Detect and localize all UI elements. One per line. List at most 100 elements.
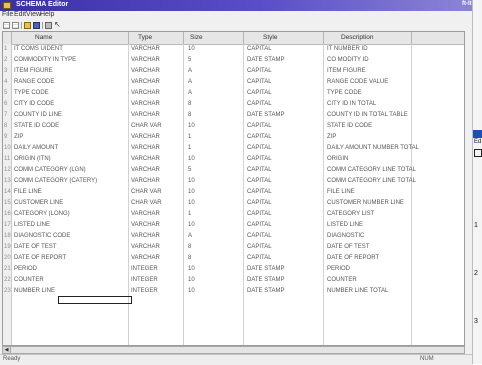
cell-type[interactable]: INTEGER	[131, 266, 158, 272]
cell-size[interactable]: 10	[188, 123, 195, 129]
column-header-description[interactable]: Description	[341, 34, 374, 41]
cell-type[interactable]: VARCHAR	[131, 255, 160, 261]
cell-name[interactable]: COUNTER	[14, 277, 44, 283]
cell-style[interactable]: CAPITAL	[247, 255, 272, 261]
table-row[interactable]: 11 ORIGIN (ITN) VARCHAR 10 CAPITAL ORIGIN	[3, 155, 464, 164]
cell-style[interactable]: CAPITAL	[247, 145, 272, 151]
column-header-style[interactable]: Style	[263, 34, 277, 41]
cell-name[interactable]: NUMBER LINE	[14, 288, 55, 294]
table-row[interactable]: 21 PERIOD INTEGER 10 DATE STAMP PERIOD	[3, 265, 464, 274]
cell-size[interactable]: 10	[188, 189, 195, 195]
horizontal-scrollbar[interactable]: ◀	[2, 346, 465, 354]
table-row[interactable]: 23 NUMBER LINE INTEGER 10 DATE STAMP NUMBER L…	[3, 287, 464, 296]
cell-description[interactable]: DIAGNOSTIC	[327, 233, 364, 239]
table-view-icon[interactable]	[12, 22, 19, 29]
cell-description[interactable]: TYPE CODE	[327, 90, 362, 96]
cell-style[interactable]: DATE STAMP	[247, 112, 284, 118]
cell-size[interactable]: 8	[188, 244, 191, 250]
cell-size[interactable]: 5	[188, 57, 191, 63]
cell-type[interactable]: VARCHAR	[131, 244, 160, 250]
title-bar[interactable]: SCHEMA Editor	[0, 0, 482, 11]
cell-style[interactable]: CAPITAL	[247, 156, 272, 162]
cell-name[interactable]: RANGE CODE	[14, 79, 54, 85]
cell-name[interactable]: DATE OF TEST	[14, 244, 56, 250]
cell-name[interactable]: ITEM FIGURE	[14, 68, 53, 74]
cell-style[interactable]: CAPITAL	[247, 233, 272, 239]
cell-style[interactable]: CAPITAL	[247, 134, 272, 140]
cell-style[interactable]: DATE STAMP	[247, 57, 284, 63]
cell-type[interactable]: VARCHAR	[131, 79, 160, 85]
cell-style[interactable]: CAPITAL	[247, 167, 272, 173]
cell-type[interactable]: VARCHAR	[131, 211, 160, 217]
cell-description[interactable]: COUNTER	[327, 277, 357, 283]
table-row[interactable]: 2 COMMODITY IN TYPE VARCHAR 5 DATE STAMP CO M…	[3, 56, 464, 65]
cell-size[interactable]: 8	[188, 255, 191, 261]
cell-type[interactable]: CHAR VAR	[131, 200, 162, 206]
table-row[interactable]: 8 STATE ID CODE CHAR VAR 10 CAPITAL STATE ID …	[3, 122, 464, 131]
cell-name[interactable]: FILE LINE	[14, 189, 42, 195]
cell-size[interactable]: 10	[188, 178, 195, 184]
menu-help[interactable]: Help	[40, 11, 54, 18]
table-row[interactable]: 12 COMM CATEGORY (LGN) VARCHAR 5 CAPITAL COMM…	[3, 166, 464, 175]
current-cell-editor[interactable]	[58, 296, 132, 304]
cell-style[interactable]: CAPITAL	[247, 79, 272, 85]
cell-description[interactable]: PERIOD	[327, 266, 350, 272]
table-row[interactable]: 3 ITEM FIGURE VARCHAR A CAPITAL ITEM FIGURE	[3, 67, 464, 76]
cell-name[interactable]: TYPE CODE	[14, 90, 49, 96]
cell-name[interactable]: CUSTOMER LINE	[14, 200, 63, 206]
cell-style[interactable]: CAPITAL	[247, 211, 272, 217]
window-controls-label[interactable]: ft-lt	[462, 1, 480, 7]
cell-type[interactable]: CHAR VAR	[131, 189, 162, 195]
cell-size[interactable]: 10	[188, 277, 195, 283]
cell-style[interactable]: CAPITAL	[247, 189, 272, 195]
cell-description[interactable]: DATE OF TEST	[327, 244, 369, 250]
cell-name[interactable]: STATE ID CODE	[14, 123, 59, 129]
cell-type[interactable]: VARCHAR	[131, 167, 160, 173]
cell-size[interactable]: 10	[188, 156, 195, 162]
cell-name[interactable]: CATEGORY (LONG)	[14, 211, 70, 217]
cell-size[interactable]: A	[188, 90, 192, 96]
cell-type[interactable]: VARCHAR	[131, 156, 160, 162]
table-row[interactable]: 18 DIAGNOSTIC CODE VARCHAR A CAPITAL DIAGNOST…	[3, 232, 464, 241]
cell-type[interactable]: VARCHAR	[131, 112, 160, 118]
scroll-left-icon[interactable]: ◀	[3, 347, 11, 353]
cell-description[interactable]: NUMBER LINE TOTAL	[327, 288, 388, 294]
menu-file[interactable]: File	[2, 11, 13, 18]
cell-name[interactable]: COMM CATEGORY (LGN)	[14, 167, 86, 173]
cell-size[interactable]: A	[188, 233, 192, 239]
column-header-type[interactable]: Type	[138, 34, 152, 41]
cell-description[interactable]: ITEM FIGURE	[327, 68, 366, 74]
table-row[interactable]: 22 COUNTER INTEGER 10 DATE STAMP COUNTER	[3, 276, 464, 285]
cell-style[interactable]: CAPITAL	[247, 178, 272, 184]
cell-type[interactable]: VARCHAR	[131, 233, 160, 239]
background-window-menu[interactable]: Ed	[474, 139, 481, 145]
cell-style[interactable]: CAPITAL	[247, 123, 272, 129]
table-row[interactable]: 15 CUSTOMER LINE CHAR VAR 10 CAPITAL CUSTOMER…	[3, 199, 464, 208]
cell-description[interactable]: COMM CATEGORY LINE TOTAL	[327, 167, 416, 173]
cell-type[interactable]: VARCHAR	[131, 222, 160, 228]
open-folder-icon[interactable]	[24, 22, 31, 29]
cell-style[interactable]: DATE STAMP	[247, 277, 284, 283]
cell-type[interactable]: VARCHAR	[131, 46, 160, 52]
table-row[interactable]: 19 DATE OF TEST VARCHAR 8 CAPITAL DATE OF TES…	[3, 243, 464, 252]
cell-style[interactable]: CAPITAL	[247, 244, 272, 250]
background-window-titlebar[interactable]	[473, 130, 482, 138]
cell-type[interactable]: INTEGER	[131, 277, 158, 283]
grid-view-icon[interactable]	[3, 22, 10, 29]
cell-description[interactable]: COUNTY ID IN TOTAL TABLE	[327, 112, 408, 118]
cell-size[interactable]: 8	[188, 101, 191, 107]
cell-type[interactable]: VARCHAR	[131, 57, 160, 63]
cell-type[interactable]: VARCHAR	[131, 101, 160, 107]
cell-size[interactable]: 1	[188, 145, 191, 151]
cell-description[interactable]: FILE LINE	[327, 189, 355, 195]
table-row[interactable]: 1 IT COMS UIDENT VARCHAR 10 CAPITAL IT NUMBER…	[3, 45, 464, 54]
cell-description[interactable]: COMM CATEGORY LINE TOTAL	[327, 178, 416, 184]
cell-type[interactable]: VARCHAR	[131, 178, 160, 184]
table-row[interactable]: 10 DAILY AMOUNT VARCHAR 1 CAPITAL DAILY AMOUN…	[3, 144, 464, 153]
cell-description[interactable]: LISTED LINE	[327, 222, 363, 228]
menu-edit[interactable]: Edit	[14, 11, 26, 18]
cell-name[interactable]: DATE OF REPORT	[14, 255, 66, 261]
cell-name[interactable]: COUNTY ID LINE	[14, 112, 62, 118]
table-row[interactable]: 4 RANGE CODE VARCHAR A CAPITAL RANGE CODE VAL…	[3, 78, 464, 87]
cell-style[interactable]: CAPITAL	[247, 222, 272, 228]
